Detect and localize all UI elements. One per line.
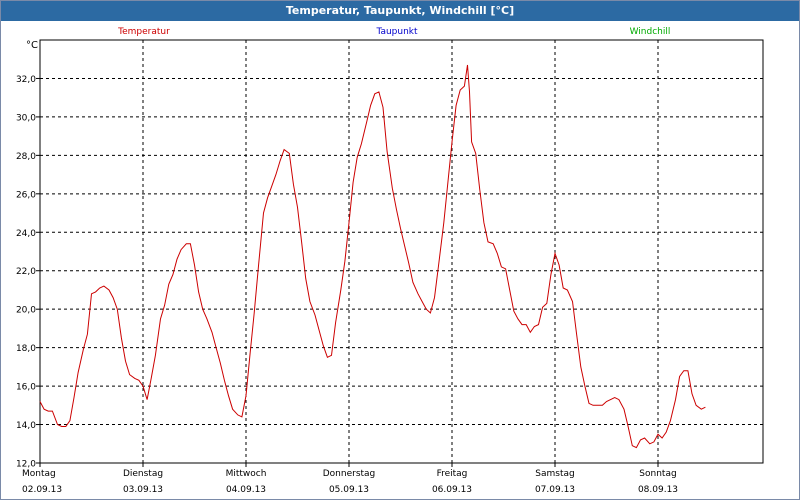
x-axis-ticks: Montag 02.09.13 Dienstag 03.09.13 Mittwoch 04… [22, 463, 678, 495]
y-axis-ticks: 12,0 14,0 16,0 18,0 20,0 22,0 24,0 26,0 28,0 30,0… [16, 75, 40, 470]
y-tick-label: 18,0 [16, 344, 36, 354]
x-tick-day-label: Sonntag [639, 469, 676, 479]
x-tick-day-label: Donnerstag [323, 469, 376, 479]
legend: Temperatur Taupunkt Windchill [117, 27, 670, 37]
y-tick-label: 16,0 [16, 383, 36, 393]
chart-svg: 12,0 14,0 16,0 18,0 20,0 22,0 24,0 26,0 28,0 30,0… [16, 27, 764, 495]
x-tick-date-label: 05.09.13 [329, 485, 369, 495]
x-tick-date-label: 02.09.13 [22, 485, 62, 495]
x-tick-day-label: Montag [22, 469, 56, 479]
y-tick-label: 24,0 [16, 229, 36, 239]
x-tick-day-label: Freitag [437, 469, 468, 479]
y-axis-label: °C [26, 40, 38, 51]
y-tick-label: 30,0 [16, 113, 36, 123]
legend-entry: Temperatur [117, 27, 170, 37]
x-tick-date-label: 04.09.13 [226, 485, 266, 495]
y-tick-label: 26,0 [16, 190, 36, 200]
y-tick-label: 28,0 [16, 152, 36, 162]
x-tick-day-label: Samstag [535, 469, 574, 479]
x-tick-date-label: 08.09.13 [638, 485, 678, 495]
x-tick-date-label: 07.09.13 [535, 485, 575, 495]
x-tick-day-label: Mittwoch [226, 469, 267, 479]
legend-entry: Windchill [630, 27, 671, 37]
x-tick-date-label: 03.09.13 [123, 485, 163, 495]
x-tick-date-label: 06.09.13 [432, 485, 472, 495]
y-tick-label: 20,0 [16, 306, 36, 316]
x-tick-day-label: Dienstag [123, 469, 163, 479]
y-tick-label: 22,0 [16, 267, 36, 277]
y-tick-label: 32,0 [16, 75, 36, 85]
y-tick-label: 14,0 [16, 421, 36, 431]
plot-area [39, 39, 764, 464]
legend-entry: Taupunkt [375, 27, 418, 37]
y-tick-label: 12,0 [16, 460, 36, 470]
